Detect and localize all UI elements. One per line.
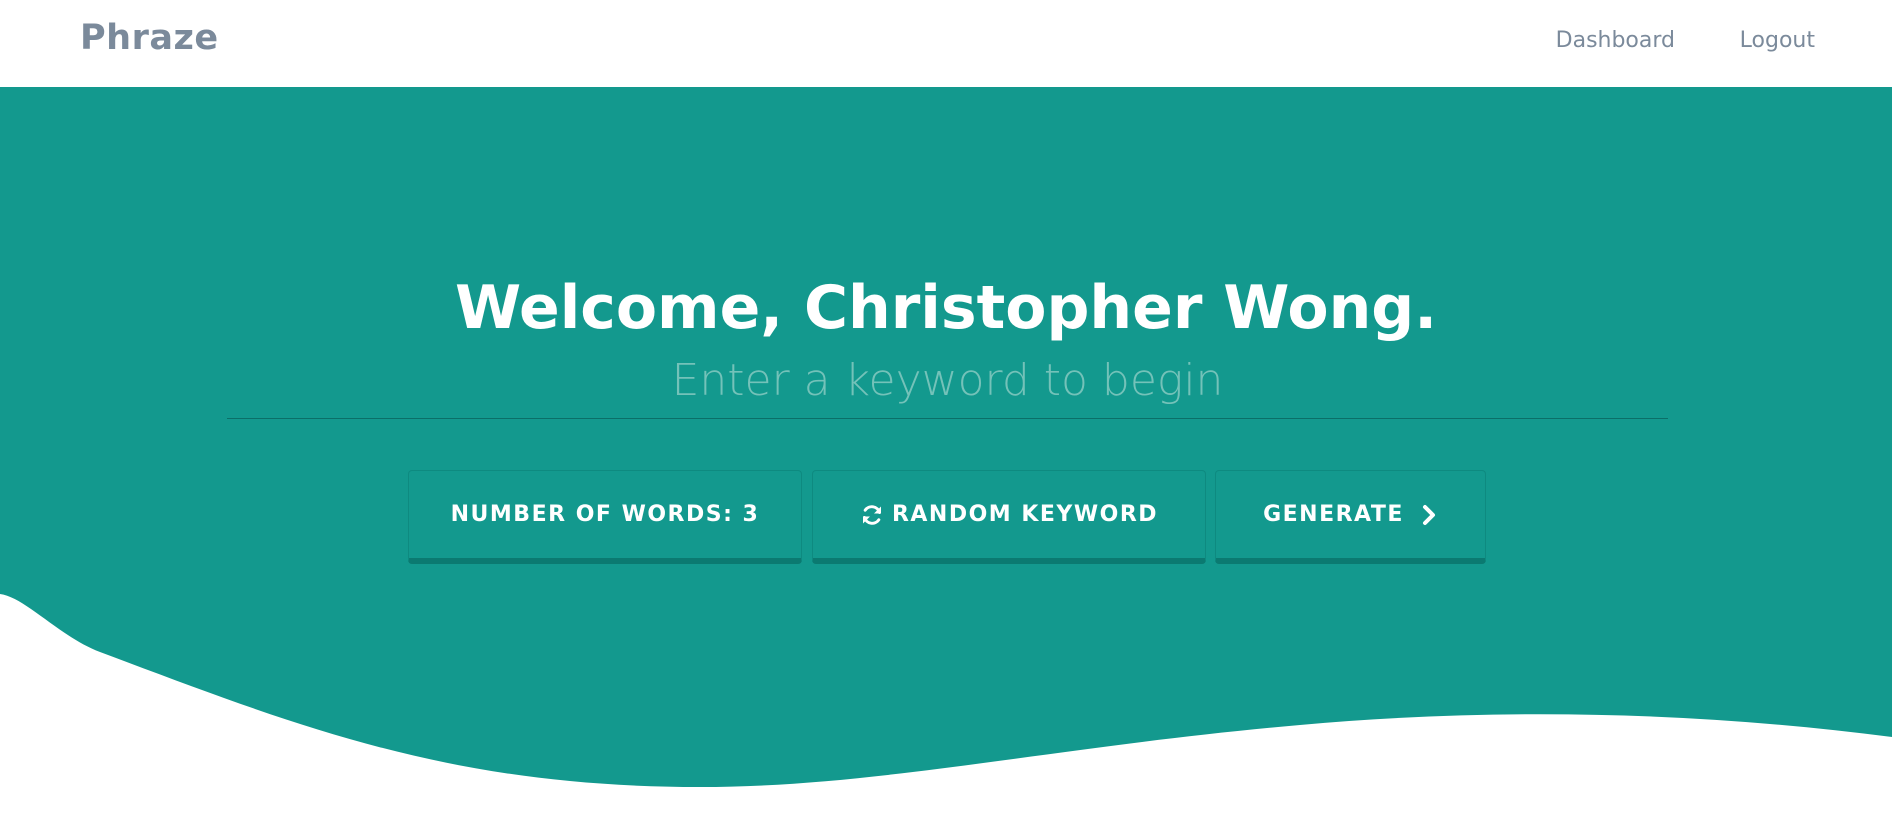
navbar: Phraze Dashboard Logout <box>0 0 1892 87</box>
nav-link-dashboard[interactable]: Dashboard <box>1556 28 1675 53</box>
keyword-input[interactable] <box>227 342 1668 419</box>
hero-wave-shape <box>0 87 1892 787</box>
welcome-heading: Welcome, Christopher Wong. <box>454 273 1438 344</box>
generate-label: GENERATE <box>1263 502 1404 527</box>
number-of-words-button[interactable]: NUMBER OF WORDS: 3 <box>408 470 802 564</box>
number-of-words-label: NUMBER OF WORDS: 3 <box>450 502 760 527</box>
page: Phraze Dashboard Logout Welcome, Christo… <box>0 0 1892 828</box>
nav-link-logout[interactable]: Logout <box>1740 28 1815 53</box>
brand-logo[interactable]: Phraze <box>80 18 219 58</box>
hero-section: Welcome, Christopher Wong. NUMBER OF WOR… <box>0 87 1892 828</box>
hero-wave-background <box>0 87 1892 787</box>
random-keyword-button[interactable]: RANDOM KEYWORD <box>812 470 1206 564</box>
chevron-right-icon <box>1420 504 1438 526</box>
refresh-icon <box>860 503 884 527</box>
random-keyword-label: RANDOM KEYWORD <box>891 502 1159 527</box>
generate-button[interactable]: GENERATE <box>1215 470 1486 564</box>
